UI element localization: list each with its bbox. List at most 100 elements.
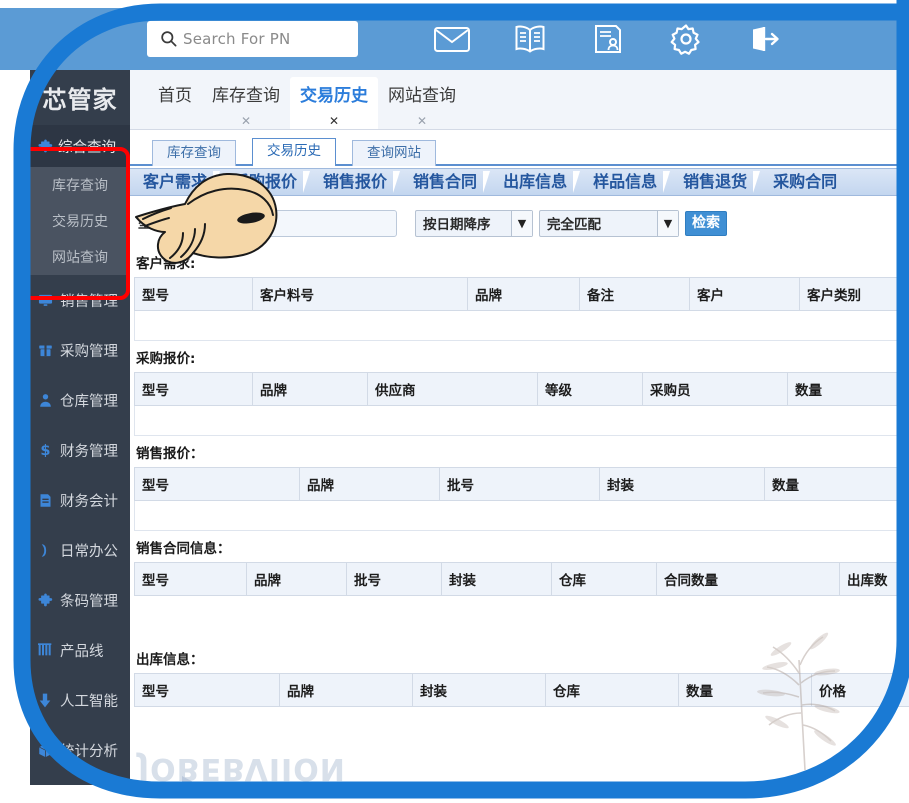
sidebar-item-website-query[interactable]: 网站查询 [30, 239, 130, 275]
column-header[interactable]: 品牌 [299, 467, 440, 501]
mail-icon[interactable] [413, 8, 491, 70]
column-header[interactable]: 供应商 [367, 372, 538, 406]
column-header[interactable]: 型号 [134, 372, 253, 406]
watermark-arrow-icon [182, 776, 208, 785]
module-tab-label: 样品信息 [593, 172, 658, 191]
sidebar-item-label: 财务管理 [60, 443, 118, 460]
sidebar-item-label: 条码管理 [60, 593, 118, 610]
sidebar-item-purchase-management[interactable]: 采购管理 [30, 325, 130, 375]
sidebar-item-ai[interactable]: 人工智能 [30, 675, 130, 725]
module-tab-purchase-contract[interactable]: 采购合同 [760, 168, 850, 196]
column-header[interactable]: 数量 [764, 467, 909, 501]
column-header[interactable]: 批号 [439, 467, 600, 501]
sidebar-item-finance-accounting[interactable]: 财务会计 [30, 475, 130, 525]
table-row[interactable] [134, 405, 909, 436]
table-customer-demand: 型号 客户料号 品牌 备注 客户 客户类别 [134, 277, 909, 341]
tab-inventory-query[interactable]: 库存查询 ✕ [202, 77, 290, 129]
column-header[interactable]: 数量 [678, 673, 812, 707]
column-header[interactable]: 采购员 [642, 372, 788, 406]
watermark-mirrored-text: JOBEBVIION [138, 751, 346, 785]
close-icon[interactable]: ✕ [300, 114, 368, 128]
sidebar-item-inventory-query[interactable]: 库存查询 [30, 167, 130, 203]
folder-tab-query-website[interactable]: 查询网站 [352, 140, 436, 166]
module-tab-outbound-info[interactable]: 出库信息 [490, 168, 581, 196]
close-icon[interactable]: ✕ [388, 114, 456, 128]
module-tab-sales-return[interactable]: 销售退货 [670, 168, 761, 196]
column-header[interactable]: 价格 [811, 673, 909, 707]
columns-icon [38, 643, 60, 657]
module-tab-sales-contract[interactable]: 销售合同 [400, 168, 491, 196]
sidebar-item-comprehensive-query[interactable]: 综合查询 [30, 125, 130, 167]
sidebar-item-barcode-management[interactable]: 条码管理 [30, 575, 130, 625]
column-header[interactable]: 数量 [787, 372, 909, 406]
table-purchase-quote: 型号 品牌 供应商 等级 采购员 数量 [134, 372, 909, 436]
column-header[interactable]: 客户类别 [799, 277, 909, 311]
puzzle-icon [38, 592, 60, 608]
sidebar-item-sales-management[interactable]: 销售管理 [30, 275, 130, 325]
column-header[interactable]: 封装 [599, 467, 765, 501]
column-header[interactable]: 备注 [579, 277, 690, 311]
module-tab-label: 采购合同 [773, 172, 838, 191]
table-empty-cell [135, 596, 909, 642]
module-tab-sample-info[interactable]: 样品信息 [580, 168, 671, 196]
module-tab-customer-demand[interactable]: 客户需求 [130, 168, 221, 196]
chevron-down-icon[interactable]: ▼ [511, 210, 532, 236]
column-header[interactable]: 品牌 [279, 673, 413, 707]
browser-tabbar: 首页 库存查询 ✕ 交易历史 ✕ 网站查询 ✕ [130, 70, 909, 130]
column-header[interactable]: 仓库 [545, 673, 679, 707]
sidebar-item-statistics-analysis[interactable]: 统计分析 [30, 725, 130, 775]
contact-card-icon[interactable] [569, 8, 647, 70]
chevron-down-icon[interactable]: ▼ [657, 210, 678, 236]
pn-input[interactable]: 请输入型号 [172, 209, 397, 237]
column-header[interactable]: 品牌 [246, 562, 347, 596]
folder-tab-label: 查询网站 [367, 145, 421, 161]
section-title: 销售合同信息： [136, 541, 231, 557]
sidebar-item-warehouse-management[interactable]: 仓库管理 [30, 375, 130, 425]
column-header[interactable]: 等级 [537, 372, 643, 406]
module-tab-purchase-quote[interactable]: 采购报价 [220, 168, 311, 196]
column-header[interactable]: 合同数量 [656, 562, 840, 596]
global-search-box[interactable]: Search For PN [147, 21, 358, 57]
sort-order-value: 按日期降序 [423, 217, 491, 233]
sidebar-group-label: 综合查询 [58, 139, 116, 156]
search-button[interactable]: 检索 [685, 210, 727, 236]
table-header-row: 型号 品牌 供应商 等级 采购员 数量 [134, 372, 909, 406]
column-header[interactable]: 型号 [134, 673, 280, 707]
sidebar-item-transaction-history[interactable]: 交易历史 [30, 203, 130, 239]
table-row[interactable] [134, 310, 909, 341]
tab-home[interactable]: 首页 [148, 77, 202, 129]
column-header[interactable]: 出库数 [839, 562, 909, 596]
sidebar-item-finance-management[interactable]: $ 财务管理 [30, 425, 130, 475]
table-empty-cell [134, 500, 909, 531]
table-row[interactable] [134, 500, 909, 531]
folder-tab-inventory-query[interactable]: 库存查询 [152, 140, 236, 166]
tab-transaction-history[interactable]: 交易历史 ✕ [290, 77, 378, 129]
column-header[interactable]: 客户料号 [252, 277, 468, 311]
sidebar-item-daily-office[interactable]: 日常办公 [30, 525, 130, 575]
close-icon[interactable]: ✕ [212, 114, 280, 128]
topbar-icon-group [413, 8, 803, 70]
column-header[interactable]: 型号 [134, 562, 247, 596]
column-header[interactable]: 封装 [412, 673, 546, 707]
sort-order-select[interactable]: 按日期降序 ▼ [415, 209, 533, 237]
column-header[interactable]: 品牌 [252, 372, 368, 406]
column-header[interactable]: 品牌 [467, 277, 580, 311]
sidebar-subitem-label: 网站查询 [52, 250, 108, 266]
book-icon[interactable] [491, 8, 569, 70]
column-header[interactable]: 仓库 [551, 562, 657, 596]
content-area: 首页 库存查询 ✕ 交易历史 ✕ 网站查询 ✕ 库存查询 交易历史 查询网站 客… [130, 70, 909, 785]
tab-website-query[interactable]: 网站查询 ✕ [378, 77, 466, 129]
column-header[interactable]: 客户 [689, 277, 800, 311]
column-header[interactable]: 型号 [134, 277, 253, 311]
folder-tab-transaction-history[interactable]: 交易历史 [252, 138, 336, 166]
column-header[interactable]: 型号 [134, 467, 300, 501]
match-mode-select[interactable]: 完全匹配 ▼ [539, 209, 679, 237]
gear-icon[interactable] [647, 8, 725, 70]
column-header[interactable]: 封装 [441, 562, 552, 596]
sidebar-item-product-line[interactable]: 产品线 [30, 625, 130, 675]
column-header[interactable]: 批号 [346, 562, 442, 596]
table-row[interactable] [135, 596, 909, 642]
module-tab-sales-quote[interactable]: 销售报价 [310, 168, 401, 196]
module-tab-label: 出库信息 [503, 172, 568, 191]
logout-icon[interactable] [725, 8, 803, 70]
